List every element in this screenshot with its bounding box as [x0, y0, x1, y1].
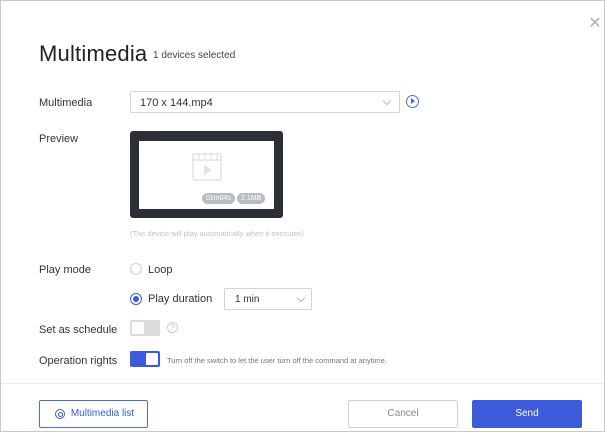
play-duration-radio-label[interactable]: Play duration — [148, 293, 212, 305]
settings-icon — [55, 409, 65, 419]
loop-radio[interactable] — [130, 263, 142, 275]
loop-radio-label[interactable]: Loop — [148, 264, 172, 276]
play-duration-radio[interactable] — [130, 293, 142, 305]
preview-label: Preview — [39, 133, 79, 145]
multimedia-select[interactable]: 170 x 144.mp4 — [130, 91, 400, 113]
multimedia-select-value: 170 x 144.mp4 — [140, 97, 213, 109]
cancel-button[interactable]: Cancel — [348, 400, 458, 428]
selected-count: 1 devices selected — [153, 50, 236, 61]
close-icon[interactable]: ✕ — [588, 16, 602, 32]
duration-badge: 01m04s — [202, 193, 235, 204]
multimedia-list-button[interactable]: Multimedia list — [39, 400, 148, 428]
multimedia-label: Multimedia — [39, 97, 93, 109]
duration-select[interactable]: 1 min — [224, 288, 312, 310]
chevron-down-icon — [382, 96, 392, 106]
toggle-knob — [132, 322, 144, 334]
help-icon[interactable]: ? — [167, 322, 178, 333]
dialog-title: Multimedia — [39, 41, 148, 66]
video-preview-canvas: 01m04s 2.1MB — [139, 141, 274, 209]
rights-toggle[interactable] — [130, 351, 160, 367]
toggle-knob — [146, 353, 158, 365]
schedule-label: Set as schedule — [39, 324, 118, 336]
size-badge: 2.1MB — [237, 193, 266, 204]
rights-note: Turn off the switch to let the user turn… — [167, 356, 387, 365]
play-mode-label: Play mode — [39, 264, 91, 276]
schedule-toggle[interactable] — [130, 320, 160, 336]
video-file-icon — [192, 153, 222, 181]
duration-select-value: 1 min — [235, 294, 260, 305]
send-button[interactable]: Send — [472, 400, 582, 428]
preview-hint: (The device will play automatically when… — [130, 229, 304, 238]
multimedia-list-label: Multimedia list — [70, 408, 135, 419]
video-preview: 01m04s 2.1MB — [130, 131, 283, 218]
multimedia-dialog: ✕ Multimedia 1 devices selected Multimed… — [0, 0, 605, 432]
play-preview-icon[interactable] — [406, 95, 419, 108]
rights-label: Operation rights — [39, 355, 118, 367]
chevron-down-icon — [296, 293, 306, 303]
footer-divider — [1, 383, 604, 384]
